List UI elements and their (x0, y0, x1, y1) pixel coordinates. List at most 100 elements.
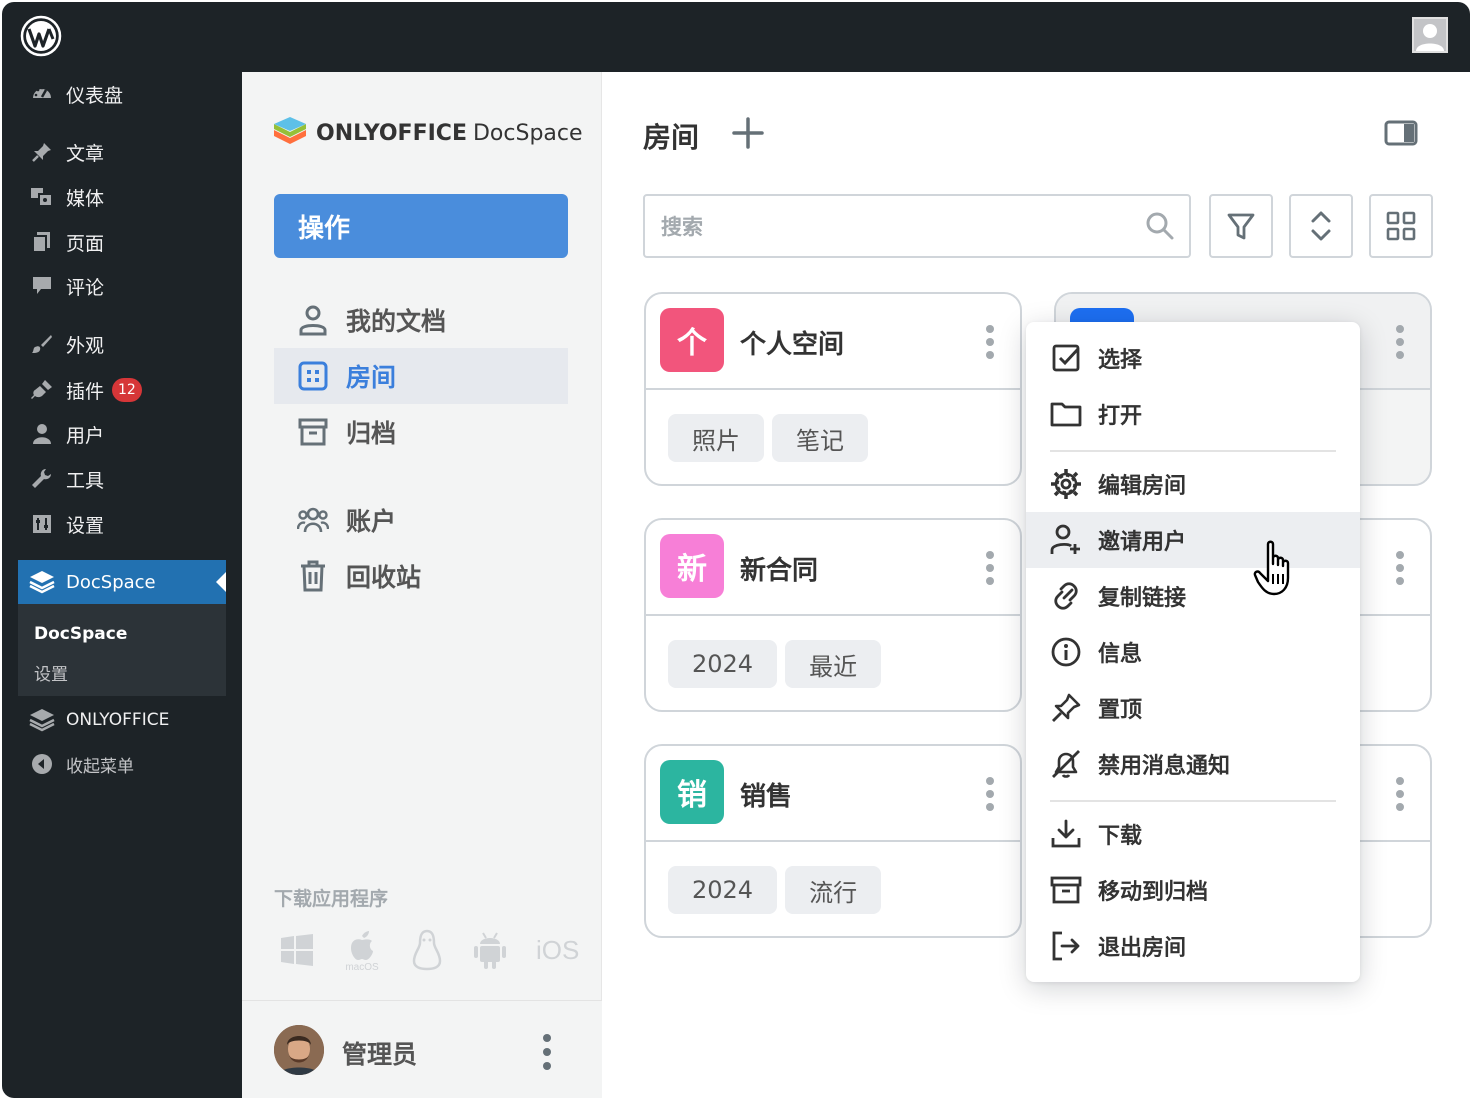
search-icon[interactable] (1145, 211, 1175, 241)
wp-menu-dashboard[interactable]: 仪表盘 (2, 74, 242, 114)
wp-menu-media[interactable]: 媒体 (2, 177, 242, 217)
wp-menu-pages[interactable]: 页面 (2, 222, 242, 262)
view-toggle-button[interactable] (1369, 194, 1433, 258)
menu-item-label: 下载 (1098, 824, 1143, 849)
menu-item-select[interactable]: 选择 (1026, 330, 1360, 386)
menu-item-download[interactable]: 下载 (1026, 806, 1360, 862)
logo-text-bold: ONLYOFFICE (316, 120, 467, 146)
room-name[interactable]: 销售 (740, 776, 792, 813)
docspace-nav: ONLYOFFICE DocSpace 操作 我的文档 房间 归档 账户 回收站… (242, 72, 602, 1098)
menu-item-copy-link[interactable]: 复制链接 (1026, 568, 1360, 624)
exit-icon (1048, 928, 1084, 964)
active-indicator (216, 572, 226, 592)
docspace-logo[interactable]: ONLYOFFICE DocSpace (272, 116, 583, 150)
room-name[interactable]: 个人空间 (740, 324, 844, 361)
nav-label: 房间 (346, 363, 397, 392)
search-input[interactable]: 搜索 (643, 194, 1191, 258)
menu-item-label: 信息 (1098, 642, 1143, 667)
room-tag[interactable]: 流行 (785, 866, 882, 914)
windows-icon[interactable] (280, 933, 314, 967)
sort-button[interactable] (1289, 194, 1353, 258)
ios-label[interactable]: iOS (536, 935, 579, 966)
room-name[interactable]: 新合同 (740, 550, 818, 587)
filter-button[interactable] (1209, 194, 1273, 258)
avatar[interactable] (274, 1025, 324, 1075)
menu-item-label: 置顶 (1098, 698, 1143, 723)
submenu-docspace[interactable]: DocSpace (34, 624, 127, 644)
page-title: 房间 (643, 121, 700, 154)
download-apps-label: 下载应用程序 (274, 888, 389, 910)
wp-menu-label: 文章 (66, 142, 105, 165)
menu-item-label: 打开 (1098, 404, 1143, 429)
wp-menu-settings[interactable]: 设置 (2, 504, 242, 544)
wp-menu-label: 收起菜单 (66, 756, 134, 777)
more-options-icon[interactable] (984, 550, 996, 586)
wp-menu-label: 工具 (66, 469, 105, 492)
user-photo-icon (274, 1025, 324, 1075)
wp-menu-appearance[interactable]: 外观 (2, 324, 242, 364)
menu-item-leave-room[interactable]: 退出房间 (1026, 918, 1360, 974)
more-options-icon[interactable] (984, 776, 996, 812)
avatar[interactable] (1412, 17, 1448, 53)
wp-menu-plugins[interactable]: 插件 12 (2, 370, 242, 410)
room-tag[interactable]: 2024 (668, 866, 778, 914)
submenu-settings[interactable]: 设置 (34, 660, 68, 685)
more-options-icon[interactable] (1394, 324, 1406, 360)
actions-button[interactable]: 操作 (274, 194, 568, 258)
filter-icon (1227, 213, 1255, 240)
more-options-icon[interactable] (984, 324, 996, 360)
room-card[interactable]: 销 销售 2024 流行 (644, 744, 1022, 938)
wp-menu-onlyoffice[interactable]: ONLYOFFICE (2, 700, 242, 740)
link-icon (1048, 578, 1084, 614)
archive-icon (296, 415, 330, 449)
nav-accounts[interactable]: 账户 (274, 492, 568, 548)
more-options-icon[interactable] (1394, 776, 1406, 812)
menu-item-label: 编辑房间 (1098, 474, 1187, 499)
nav-trash[interactable]: 回收站 (274, 548, 568, 604)
linux-icon[interactable] (410, 929, 444, 971)
menu-item-open[interactable]: 打开 (1026, 386, 1360, 442)
wp-menu-docspace[interactable]: DocSpace (18, 560, 226, 604)
menu-item-info[interactable]: 信息 (1026, 624, 1360, 680)
wp-menu-comments[interactable]: 评论 (2, 266, 242, 306)
nav-rooms[interactable]: 房间 (274, 348, 568, 404)
info-icon (1048, 634, 1084, 670)
macos-label: macOS (345, 962, 379, 972)
menu-item-pin[interactable]: 置顶 (1026, 680, 1360, 736)
wp-menu-label: 媒体 (66, 187, 105, 210)
room-card[interactable]: 新 新合同 2024 最近 (644, 518, 1022, 712)
more-options-icon[interactable] (1394, 550, 1406, 586)
room-tag[interactable]: 笔记 (772, 414, 868, 462)
room-tag[interactable]: 2024 (668, 640, 778, 688)
room-card-header: 新 新合同 (646, 520, 1020, 616)
more-options-icon[interactable] (540, 1033, 554, 1071)
wp-menu-label: 外观 (66, 334, 105, 357)
menu-item-label: 选择 (1098, 348, 1143, 373)
person-icon (296, 303, 330, 337)
wp-menu-posts[interactable]: 文章 (2, 132, 242, 172)
info-panel-toggle-icon[interactable] (1384, 120, 1418, 146)
wp-menu-users[interactable]: 用户 (2, 414, 242, 454)
nav-my-documents[interactable]: 我的文档 (274, 292, 568, 348)
menu-item-label: 退出房间 (1098, 936, 1187, 961)
room-tag[interactable]: 最近 (785, 640, 882, 688)
nav-label: 我的文档 (346, 307, 447, 336)
wp-menu-tools[interactable]: 工具 (2, 459, 242, 499)
onlyoffice-logo-icon (274, 117, 306, 144)
wordpress-logo-icon[interactable] (20, 15, 62, 57)
menu-item-invite-users[interactable]: 邀请用户 (1026, 512, 1360, 568)
menu-item-move-to-archive[interactable]: 移动到归档 (1026, 862, 1360, 918)
macos-icon[interactable]: macOS (342, 928, 382, 972)
nav-archive[interactable]: 归档 (274, 404, 568, 460)
menu-item-edit-room[interactable]: 编辑房间 (1026, 456, 1360, 512)
trash-icon (296, 559, 330, 593)
wp-collapse-menu[interactable]: 收起菜单 (2, 744, 242, 784)
wp-menu-label: 设置 (66, 514, 105, 537)
archive-icon (1048, 872, 1084, 908)
add-room-icon[interactable] (731, 116, 765, 150)
layers-icon (28, 570, 56, 594)
room-card[interactable]: 个 个人空间 照片 笔记 (644, 292, 1022, 486)
android-icon[interactable] (472, 930, 508, 970)
menu-item-mute[interactable]: 禁用消息通知 (1026, 736, 1360, 792)
room-tag[interactable]: 照片 (668, 414, 764, 462)
